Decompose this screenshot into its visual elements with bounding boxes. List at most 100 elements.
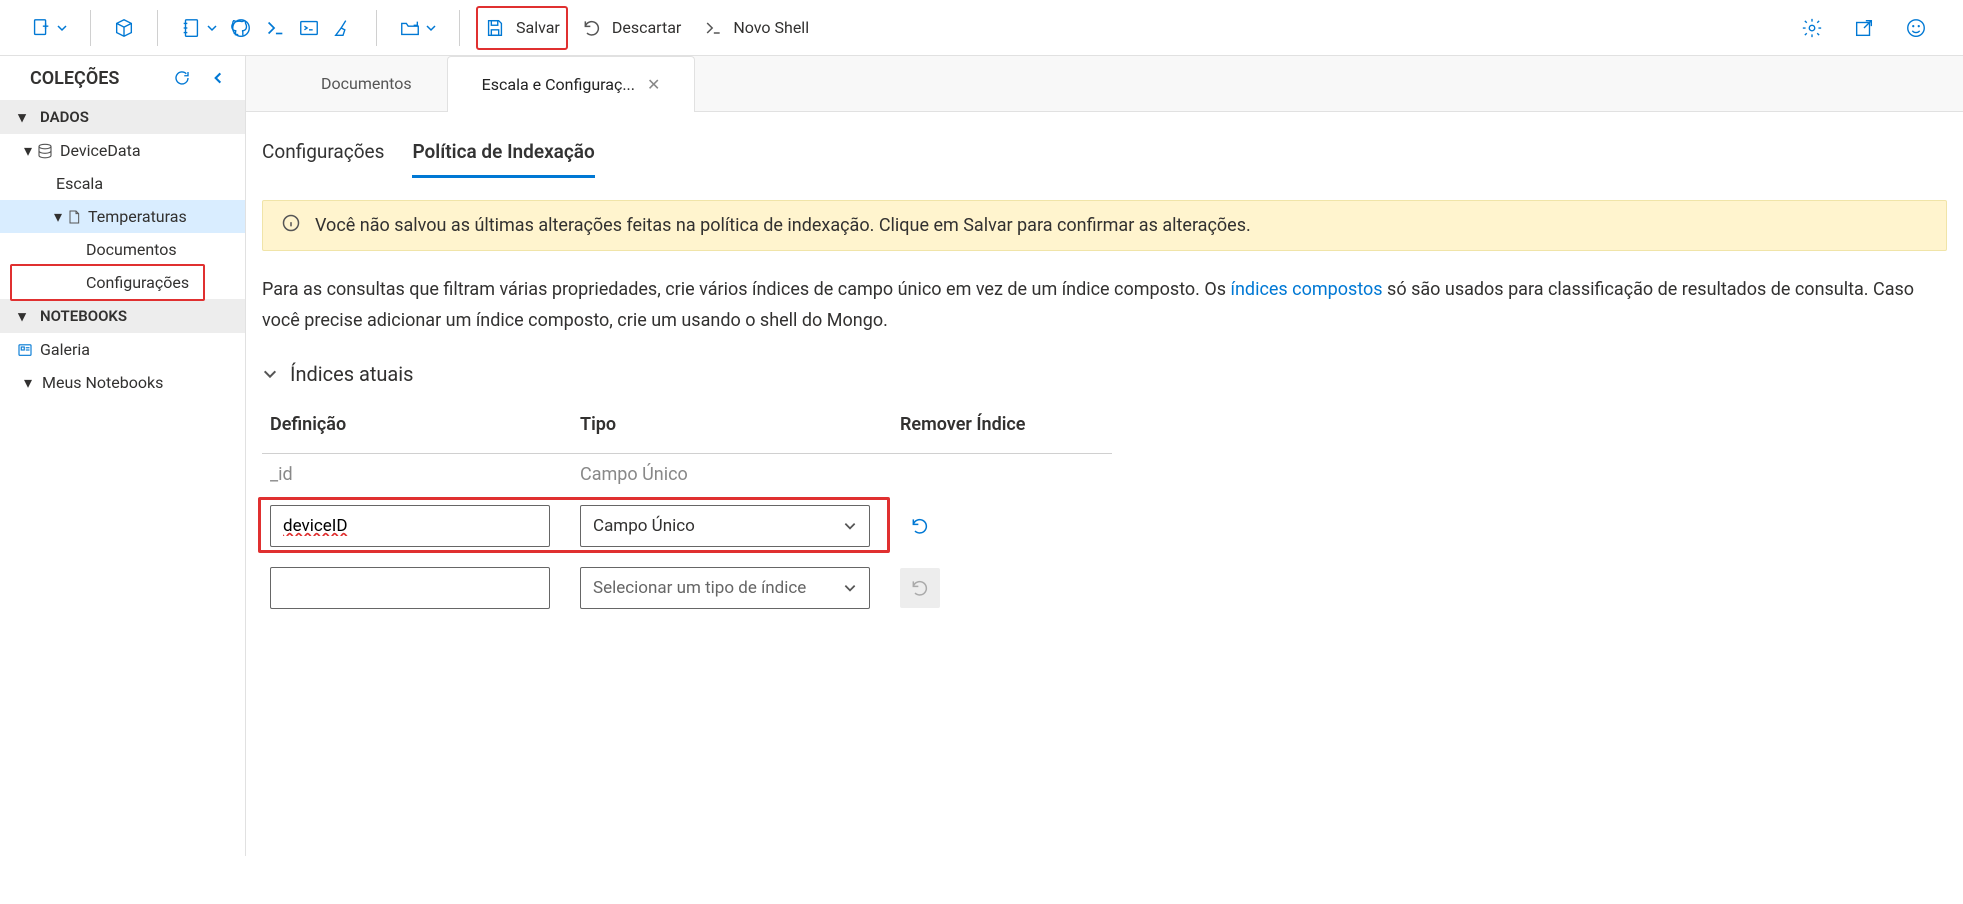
caret-down-icon: ▾ <box>50 207 66 226</box>
tree-section-data[interactable]: ▾ DADOS <box>0 100 245 134</box>
sidebar: COLEÇÕES ▾ DADOS ▾ DeviceData Escala ▾ <box>0 56 246 856</box>
github-icon <box>230 17 252 39</box>
info-icon <box>281 213 301 238</box>
tree-my-notebooks[interactable]: ▾ Meus Notebooks <box>0 366 245 399</box>
subtab-indexing-policy[interactable]: Política de Indexação <box>412 132 594 178</box>
chevron-down-icon <box>206 22 218 34</box>
documents-label: Documentos <box>86 240 177 259</box>
undo-row-button[interactable] <box>900 506 940 546</box>
smile-icon <box>1905 17 1927 39</box>
gallery-icon <box>16 341 34 359</box>
sidebar-header: COLEÇÕES <box>0 56 245 100</box>
caret-down-icon: ▾ <box>14 108 30 126</box>
undo-icon <box>910 578 930 598</box>
index-definition-input[interactable] <box>270 567 550 609</box>
composite-indexes-link[interactable]: índices compostos <box>1231 279 1383 300</box>
subtabs: Configurações Política de Indexação <box>262 132 1947 178</box>
discard-label: Descartar <box>612 18 682 37</box>
toolbar: Salvar Descartar Novo Shell <box>0 0 1963 56</box>
undo-icon <box>910 516 930 536</box>
caret-down-icon: ▾ <box>20 141 36 160</box>
th-definition: Definição <box>262 404 572 454</box>
table-row: Selecionar um tipo de índice <box>262 557 1112 619</box>
index-table: Definição Tipo Remover Índice _id Campo … <box>262 404 1112 619</box>
description-pre: Para as consultas que filtram várias pro… <box>262 279 1231 300</box>
close-icon[interactable]: ✕ <box>647 75 660 94</box>
undo-row-button-disabled <box>900 568 940 608</box>
folder-open-icon <box>399 17 421 39</box>
new-document-icon <box>30 17 52 39</box>
sidebar-title: COLEÇÕES <box>30 68 119 89</box>
new-shell-button[interactable]: Novo Shell <box>697 8 815 48</box>
default-key: _id <box>262 454 572 496</box>
database-icon <box>36 142 54 160</box>
section-label: DADOS <box>40 108 89 126</box>
refresh-button[interactable] <box>167 66 197 90</box>
tree-collection[interactable]: ▾ Temperaturas <box>0 200 245 233</box>
index-type-select[interactable]: Selecionar um tipo de índice <box>580 567 870 609</box>
table-row: _id Campo Único <box>262 454 1112 496</box>
table-header-row: Definição Tipo Remover Índice <box>262 404 1112 454</box>
tab-documents[interactable]: Documentos <box>286 55 447 111</box>
section-title: Índices atuais <box>290 362 414 386</box>
new-shell-label: Novo Shell <box>733 18 809 37</box>
index-definition-input[interactable] <box>270 505 550 547</box>
github-button[interactable] <box>224 8 258 48</box>
scale-label: Escala <box>56 174 103 193</box>
open-folder-button[interactable] <box>393 8 443 48</box>
current-indexes-header[interactable]: Índices atuais <box>262 362 1947 386</box>
collection-label: Temperaturas <box>88 207 187 226</box>
refresh-icon <box>173 69 191 87</box>
discard-button[interactable]: Descartar <box>576 8 688 48</box>
index-type-select[interactable]: Campo Único <box>580 505 870 547</box>
chevron-down-icon <box>843 519 857 533</box>
separator <box>157 10 158 46</box>
clean-button[interactable] <box>326 8 360 48</box>
section-label: NOTEBOOKS <box>40 307 127 325</box>
settings-button[interactable] <box>1795 8 1829 48</box>
separator <box>90 10 91 46</box>
tree-section-notebooks[interactable]: ▾ NOTEBOOKS <box>0 299 245 333</box>
warning-text: Você não salvou as últimas alterações fe… <box>315 215 1251 236</box>
save-button[interactable]: Salvar <box>476 6 568 50</box>
undo-icon <box>582 18 602 38</box>
th-type: Tipo <box>572 404 892 454</box>
popout-button[interactable] <box>1847 8 1881 48</box>
separator <box>376 10 377 46</box>
document-icon <box>66 209 82 225</box>
tree-gallery[interactable]: Galeria <box>0 333 245 366</box>
chevron-down-icon <box>56 22 68 34</box>
terminal-prompt-icon <box>264 17 286 39</box>
my-notebooks-label: Meus Notebooks <box>42 373 163 392</box>
tab-label: Documentos <box>321 74 412 93</box>
notebook-icon <box>180 17 202 39</box>
save-icon <box>484 17 506 39</box>
chevron-left-icon <box>211 71 225 85</box>
description: Para as consultas que filtram várias pro… <box>262 275 1947 336</box>
caret-right-icon: ▾ <box>14 307 30 325</box>
default-type: Campo Único <box>572 454 892 496</box>
subtab-settings[interactable]: Configurações <box>262 132 384 178</box>
tree-database[interactable]: ▾ DeviceData <box>0 134 245 167</box>
content: Configurações Política de Indexação Você… <box>246 112 1963 659</box>
chevron-down-icon <box>425 22 437 34</box>
terminal-prompt-icon <box>703 18 723 38</box>
tree-settings[interactable]: Configurações <box>0 266 245 299</box>
new-resource-button[interactable] <box>24 8 74 48</box>
terminal-button[interactable] <box>258 8 292 48</box>
th-remove: Remover Índice <box>892 404 1112 454</box>
chevron-down-icon <box>262 366 278 382</box>
container-button[interactable] <box>107 8 141 48</box>
cube-icon <box>113 17 135 39</box>
shell-button[interactable] <box>292 8 326 48</box>
popout-icon <box>1853 17 1875 39</box>
settings-label: Configurações <box>86 273 189 292</box>
tree-documents[interactable]: Documentos <box>0 233 245 266</box>
collapse-sidebar-button[interactable] <box>205 66 231 90</box>
shell-window-icon <box>298 17 320 39</box>
feedback-button[interactable] <box>1899 8 1933 48</box>
tree-scale[interactable]: Escala <box>0 167 245 200</box>
notebook-button[interactable] <box>174 8 224 48</box>
warning-banner: Você não salvou as últimas alterações fe… <box>262 200 1947 251</box>
tab-scale-settings[interactable]: Escala e Configuraç... ✕ <box>447 56 696 112</box>
